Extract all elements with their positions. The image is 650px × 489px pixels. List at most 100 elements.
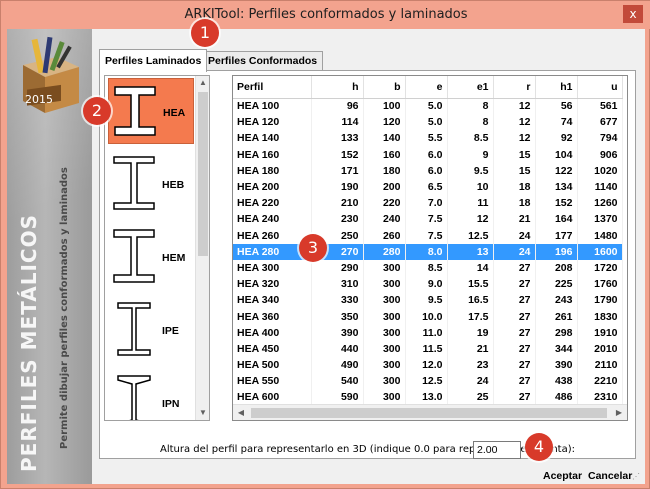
table-cell: 5.5	[405, 130, 448, 147]
table-cell: HEA 550	[233, 373, 312, 390]
table-row[interactable]: HEA 450 440 300 11.5 21 27 344 2010	[233, 340, 623, 357]
profile-list-scrollbar[interactable]: ▲ ▼	[195, 76, 209, 420]
close-button[interactable]: x	[623, 5, 643, 23]
column-header[interactable]: r	[493, 76, 536, 99]
table-row[interactable]: HEA 140 133 140 5.5 8.5 12 92 794	[233, 130, 623, 147]
scroll-up-arrow-icon[interactable]: ▲	[196, 76, 209, 90]
table-cell: 794	[577, 130, 623, 147]
scroll-down-arrow-icon[interactable]: ▼	[196, 406, 209, 420]
table-row[interactable]: HEA 500 490 300 12.0 23 27 390 2110	[233, 357, 623, 374]
column-header[interactable]: u	[577, 76, 623, 99]
table-row[interactable]: HEA 550 540 300 12.5 24 27 438 2210	[233, 373, 623, 390]
table-row[interactable]: HEA 160 152 160 6.0 9 15 104 906	[233, 146, 623, 163]
table-cell: 10.0	[405, 308, 448, 325]
table-row[interactable]: HEA 320 310 300 9.0 15.5 27 225 1760	[233, 276, 623, 293]
table-horizontal-scrollbar[interactable]: ◀ ▶	[233, 404, 627, 420]
table-row[interactable]: HEA 120 114 120 5.0 8 12 74 677	[233, 114, 623, 131]
table-cell: 350	[311, 308, 364, 325]
table-row[interactable]: HEA 100 96 100 5.0 8 12 56 561	[233, 98, 623, 115]
table-row[interactable]: HEA 200 190 200 6.5 10 18 134 1140	[233, 178, 623, 196]
table-cell: 24	[493, 243, 536, 260]
table-cell: 17.5	[447, 308, 494, 325]
table-cell: 27	[493, 340, 536, 357]
scroll-thumb[interactable]	[198, 92, 208, 256]
table-cell: 8.0	[405, 243, 448, 260]
table-cell: 2010	[577, 340, 623, 357]
tab-panel-laminados: HEA HEB HEM IPE IPN ▲ ▼ Perfil h b e e1 …	[99, 70, 636, 459]
table-cell: HEA 140	[233, 130, 312, 147]
table-row[interactable]: HEA 180 171 180 6.0 9.5 15 122 1020	[233, 162, 623, 179]
table-row[interactable]: HEA 300 290 300 8.5 14 27 208 1720	[233, 259, 623, 277]
profile-item-hea[interactable]: HEA	[108, 78, 194, 144]
table-cell: 122	[535, 162, 578, 179]
table-cell: 177	[535, 227, 578, 244]
table-cell: 140	[363, 130, 406, 147]
title-bar[interactable]: ARKITool: Perfiles conformados y laminad…	[1, 1, 650, 29]
profile-item-ipe[interactable]: IPE	[108, 297, 194, 363]
table-row[interactable]: HEA 340 330 300 9.5 16.5 27 243 1790	[233, 292, 623, 309]
table-row[interactable]: HEA 360 350 300 10.0 17.5 27 261 1830	[233, 308, 623, 325]
table-cell: 9.5	[447, 162, 494, 179]
profile-item-hem[interactable]: HEM	[108, 224, 194, 290]
table-cell: 300	[363, 259, 406, 277]
table-cell: 2110	[577, 357, 623, 374]
tapered-i-beam-icon	[117, 375, 151, 420]
callout-marker: 1	[191, 19, 219, 47]
side-banner: 2015 PERFILES METÁLICOS Permite dibujar …	[7, 29, 92, 484]
table-cell: 230	[311, 211, 364, 228]
table-row[interactable]: HEA 220 210 220 7.0 11 18 152 1260	[233, 195, 623, 212]
column-header[interactable]: e1	[447, 76, 494, 99]
cancel-button[interactable]: Cancelar	[588, 470, 632, 482]
scroll-thumb[interactable]	[251, 408, 607, 418]
resize-grip-icon[interactable]: ⋰	[632, 472, 642, 482]
table-cell: HEA 120	[233, 114, 312, 131]
table-cell: 1720	[577, 259, 623, 277]
table-cell: 240	[363, 211, 406, 228]
table-cell: 300	[363, 276, 406, 293]
column-header[interactable]: h1	[535, 76, 578, 99]
dimension-grid[interactable]: Perfil h b e e1 r h1 u HEA 100 96 100 5.0 8 1…	[233, 76, 623, 406]
table-header-row: Perfil h b e e1 r h1 u	[233, 76, 623, 99]
table-cell: 5.0	[405, 98, 448, 115]
table-cell: 5.0	[405, 114, 448, 131]
table-cell: 9	[447, 146, 494, 163]
table-cell: HEA 360	[233, 308, 312, 325]
column-header[interactable]: b	[363, 76, 406, 99]
table-cell: 104	[535, 146, 578, 163]
table-cell: 1480	[577, 227, 623, 244]
table-cell: 171	[311, 162, 364, 179]
table-cell: 210	[311, 195, 364, 212]
table-cell: 8.5	[447, 130, 494, 147]
table-cell: 1760	[577, 276, 623, 293]
height-input[interactable]	[473, 441, 521, 459]
table-row[interactable]: HEA 400 390 300 11.0 19 27 298 1910	[233, 324, 623, 341]
table-cell: HEA 500	[233, 357, 312, 374]
column-header[interactable]: Perfil	[233, 76, 312, 99]
table-cell: 438	[535, 373, 578, 390]
profile-item-heb[interactable]: HEB	[108, 151, 194, 217]
accept-button[interactable]: Aceptar	[543, 470, 582, 482]
table-cell: 13	[447, 243, 494, 260]
profile-type-list[interactable]: HEA HEB HEM IPE IPN ▲ ▼	[104, 75, 210, 421]
column-header[interactable]: e	[405, 76, 448, 99]
scroll-left-arrow-icon[interactable]: ◀	[233, 405, 249, 420]
tab-perfiles-laminados[interactable]: Perfiles Laminados	[99, 49, 208, 72]
table-cell: 300	[363, 357, 406, 374]
tab-perfiles-conformados[interactable]: Perfiles Conformados	[202, 51, 324, 71]
table-cell: 7.5	[405, 227, 448, 244]
table-cell: 1600	[577, 243, 623, 260]
table-cell: 12.5	[405, 373, 448, 390]
table-cell: 310	[311, 276, 364, 293]
profile-dimension-table[interactable]: Perfil h b e e1 r h1 u HEA 100 96 100 5.0 8 1…	[232, 75, 628, 421]
table-row[interactable]: HEA 280 270 280 8.0 13 24 196 1600	[233, 243, 623, 260]
scroll-right-arrow-icon[interactable]: ▶	[611, 405, 627, 420]
table-cell: 152	[535, 195, 578, 212]
column-header[interactable]: h	[311, 76, 364, 99]
banner-subtitle: Permite dibujar perfiles conformados y l…	[59, 167, 70, 449]
table-cell: 12	[447, 211, 494, 228]
table-row[interactable]: HEA 240 230 240 7.5 12 21 164 1370	[233, 211, 623, 228]
table-row[interactable]: HEA 260 250 260 7.5 12.5 24 177 1480	[233, 227, 623, 244]
window-title: ARKITool: Perfiles conformados y laminad…	[184, 7, 468, 22]
table-cell: 133	[311, 130, 364, 147]
profile-item-ipn[interactable]: IPN	[108, 370, 194, 420]
